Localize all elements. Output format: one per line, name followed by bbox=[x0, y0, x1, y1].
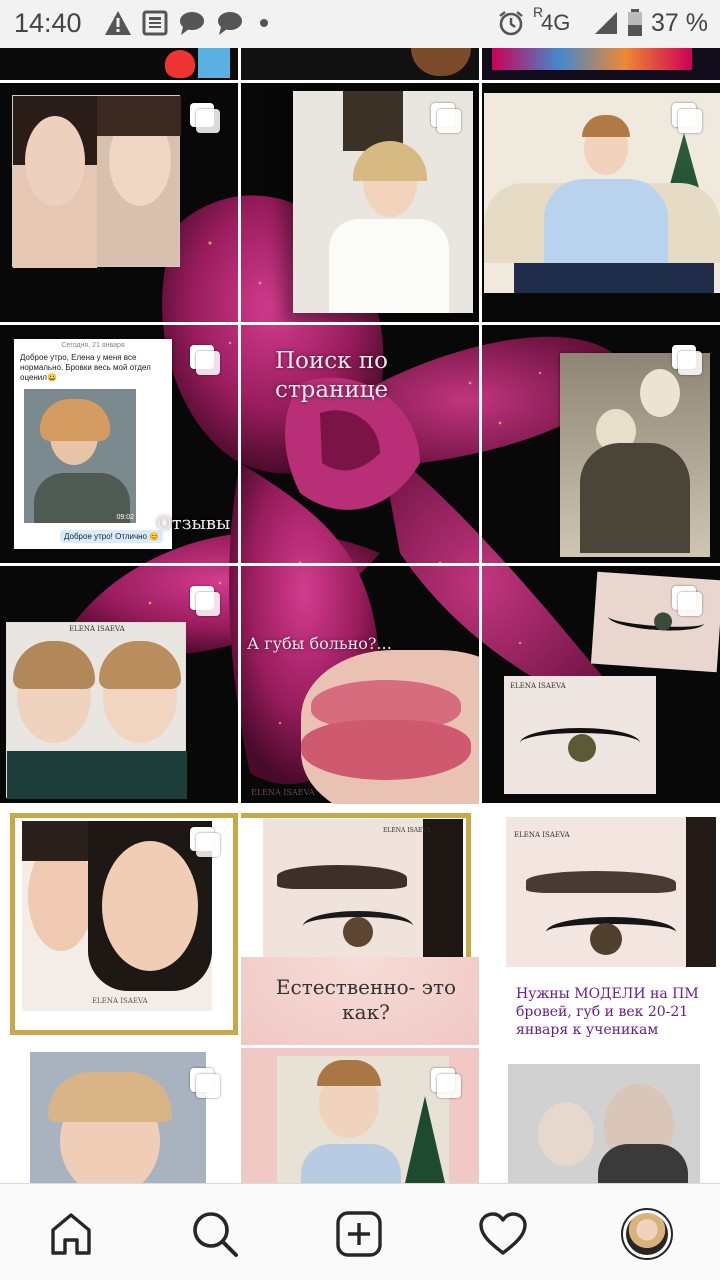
tile-caption: Отзывы bbox=[157, 513, 231, 534]
couple-photo bbox=[508, 1064, 700, 1183]
grid-tile-r2c1[interactable]: Сегодня, 21 января Доброе утро, Елена у … bbox=[0, 325, 238, 563]
grid-tile-r3c1[interactable]: ELENA ISAEVA bbox=[0, 566, 238, 804]
before-after-photo bbox=[12, 95, 181, 268]
search-icon bbox=[193, 1212, 238, 1257]
multi-photo-icon bbox=[190, 103, 220, 133]
multi-photo-icon bbox=[431, 1068, 461, 1098]
news-icon bbox=[142, 10, 168, 36]
grid-tile-r2c2[interactable]: Поиск по странице bbox=[241, 325, 479, 563]
grid-tile-r4c1[interactable]: ELENA ISAEVA bbox=[0, 807, 238, 1045]
nav-search-button[interactable] bbox=[187, 1206, 243, 1262]
vintage-photo bbox=[560, 353, 710, 557]
grid-tile-r1c2[interactable] bbox=[241, 83, 479, 322]
dot-icon bbox=[260, 19, 268, 27]
network-indicator: R 4G bbox=[533, 4, 585, 38]
grid-tile-partial[interactable] bbox=[241, 48, 479, 80]
heart-icon bbox=[479, 1212, 527, 1255]
grid-tile-r5c3[interactable] bbox=[482, 1048, 720, 1183]
tile-caption: Нужны МОДЕЛИ на ПМ бровей, губ и век 20-… bbox=[516, 986, 699, 1039]
chat-icon bbox=[180, 12, 204, 35]
brand-logo: ELENA ISAEVA bbox=[251, 788, 315, 797]
multi-photo-icon bbox=[672, 345, 702, 375]
notification-icons bbox=[104, 10, 274, 36]
multi-photo-icon bbox=[672, 586, 702, 616]
warning-icon bbox=[105, 11, 131, 35]
status-time: 14:40 bbox=[14, 8, 82, 38]
chat-icon bbox=[218, 12, 242, 35]
brow-eye-photo: ELENA ISAEVA bbox=[506, 817, 716, 967]
chat-date: Сегодня, 21 января bbox=[61, 342, 125, 349]
boy-photo bbox=[277, 1056, 449, 1183]
grid-tile-partial[interactable] bbox=[482, 48, 720, 80]
selfie-photo bbox=[30, 1052, 206, 1183]
nav-profile-button[interactable] bbox=[619, 1206, 675, 1262]
grid-tile-r3c2[interactable]: А губы больно?... ELENA ISAEVA bbox=[241, 566, 479, 804]
battery-percent: 37 % bbox=[651, 8, 708, 37]
nav-activity-button[interactable] bbox=[475, 1206, 531, 1262]
grid-tile-r1c3[interactable] bbox=[482, 83, 720, 322]
brand-logo: ELENA ISAEVA bbox=[92, 997, 148, 1005]
multi-photo-icon bbox=[190, 1068, 220, 1098]
multi-photo-icon bbox=[190, 827, 220, 857]
nav-home-button[interactable] bbox=[43, 1206, 99, 1262]
brand-logo: ELENA ISAEVA bbox=[383, 827, 431, 834]
grid-tile-partial[interactable] bbox=[0, 48, 238, 80]
nav-new-post-button[interactable] bbox=[331, 1206, 387, 1262]
bottom-navigation bbox=[0, 1183, 720, 1280]
before-after-photo: ELENA ISAEVA bbox=[22, 821, 212, 1011]
grid-tile-r3c3[interactable]: ELENA ISAEVA bbox=[482, 566, 720, 804]
network-label: 4G bbox=[541, 10, 571, 35]
chat-message: Доброе утро, Елена у меня все нормально.… bbox=[20, 353, 151, 382]
grid-tile-r2c3[interactable] bbox=[482, 325, 720, 563]
multi-photo-icon bbox=[190, 586, 220, 616]
brow-eye-photo: ELENA ISAEVA bbox=[263, 819, 463, 959]
tile-caption: Поиск по странице bbox=[275, 348, 389, 403]
status-bar: 14:40 R 4G 37 % bbox=[0, 0, 720, 48]
grid-tile-r1c1[interactable] bbox=[0, 83, 238, 322]
grid-tile-r4c3[interactable]: ELENA ISAEVA Нужны МОДЕЛИ на ПМ бровей, … bbox=[482, 807, 720, 1045]
chat-time: 09:02 bbox=[116, 514, 134, 521]
grid-tile-r5c2[interactable] bbox=[241, 1048, 479, 1183]
multi-photo-icon bbox=[431, 103, 461, 133]
plus-square-icon bbox=[336, 1211, 382, 1257]
before-after-photo: ELENA ISAEVA bbox=[6, 622, 187, 799]
profile-grid: Сегодня, 21 января Доброе утро, Елена у … bbox=[0, 48, 720, 1183]
brand-logo: ELENA ISAEVA bbox=[69, 625, 125, 633]
multi-photo-icon bbox=[190, 345, 220, 375]
grid-tile-r4c2[interactable]: ELENA ISAEVA Естественно- это как? bbox=[241, 807, 479, 1045]
eyeliner-photo-bottom: ELENA ISAEVA bbox=[504, 676, 656, 794]
tile-caption: А губы больно?... bbox=[247, 634, 392, 653]
brand-logo: ELENA ISAEVA bbox=[514, 831, 570, 839]
battery-icon bbox=[628, 9, 643, 36]
status-right: R 4G 37 % bbox=[497, 4, 708, 38]
avatar bbox=[621, 1208, 673, 1260]
brand-logo: ELENA ISAEVA bbox=[510, 682, 566, 690]
signal-icon bbox=[595, 12, 618, 34]
grid-tile-r5c1[interactable] bbox=[0, 1048, 238, 1183]
review-chat-screenshot: Сегодня, 21 января Доброе утро, Елена у … bbox=[14, 339, 172, 549]
chat-reply: Доброе утро! Отлично 😊 bbox=[60, 530, 164, 543]
home-icon bbox=[51, 1213, 91, 1255]
multi-photo-icon bbox=[672, 103, 702, 133]
tile-caption: Естественно- это как? bbox=[275, 975, 457, 1024]
alarm-icon bbox=[499, 11, 523, 36]
